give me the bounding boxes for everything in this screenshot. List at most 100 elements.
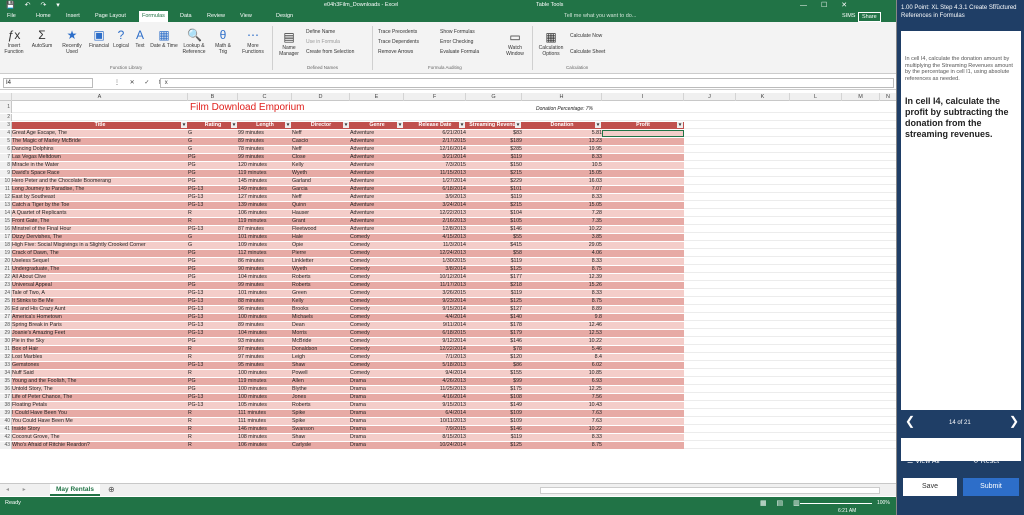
table-cell[interactable]: Adventure xyxy=(350,178,404,185)
table-row[interactable]: 5 The Magic of Marley McBride G 89 minutes C… xyxy=(0,138,896,145)
table-cell[interactable]: 7.56 xyxy=(522,394,602,401)
table-cell[interactable]: Adventure xyxy=(350,138,404,145)
table-cell[interactable]: $119 xyxy=(466,154,522,161)
table-cell[interactable]: $108 xyxy=(466,394,522,401)
table-cell[interactable]: 93 minutes xyxy=(238,338,292,345)
table-cell[interactable]: $285 xyxy=(466,146,522,153)
calculation-options-button[interactable]: ▦ Calculation Options xyxy=(536,30,566,57)
sheet-title[interactable]: Film Download Emporium xyxy=(190,102,304,114)
table-cell[interactable]: 12/16/2014 xyxy=(404,146,466,153)
calculate-now-button[interactable]: Calculate Now xyxy=(570,33,602,39)
table-cell[interactable]: The Magic of Marley McBride xyxy=(12,138,188,145)
remove-arrows-button[interactable]: Remove Arrows xyxy=(378,49,413,55)
table-cell[interactable]: Drama xyxy=(350,394,404,401)
table-cell[interactable]: G xyxy=(188,138,238,145)
table-cell[interactable]: Morris xyxy=(292,330,350,337)
table-cell[interactable]: 3/24/2014 xyxy=(404,202,466,209)
use-in-formula-button[interactable]: Use in Formula xyxy=(306,39,340,45)
table-cell[interactable] xyxy=(602,218,684,225)
lookup-button[interactable]: 🔍 Lookup & Reference xyxy=(178,28,210,55)
table-cell[interactable]: Shaw xyxy=(292,362,350,369)
table-cell[interactable]: 96 minutes xyxy=(238,306,292,313)
table-cell[interactable]: PG xyxy=(188,274,238,281)
table-cell[interactable] xyxy=(602,226,684,233)
trace-precedents-button[interactable]: Trace Precedents xyxy=(378,29,417,35)
table-cell[interactable]: Life of Peter Chance, The xyxy=(12,394,188,401)
quick-access-toolbar[interactable]: 💾 ↶ ↷ ▾ xyxy=(6,1,64,9)
table-cell[interactable] xyxy=(602,266,684,273)
table-cell[interactable] xyxy=(602,202,684,209)
column-header[interactable]: H xyxy=(522,93,602,101)
column-header[interactable]: G xyxy=(466,93,522,101)
table-cell[interactable]: 119 minutes xyxy=(238,378,292,385)
table-cell[interactable]: Hauser xyxy=(292,210,350,217)
row-number[interactable]: 23 xyxy=(0,282,12,289)
table-cell[interactable]: $55 xyxy=(466,234,522,241)
table-cell[interactable]: 8.33 xyxy=(522,290,602,297)
row-number[interactable]: 21 xyxy=(0,266,12,273)
table-cell[interactable]: Adventure xyxy=(350,154,404,161)
table-cell[interactable]: Long Journey to Paradise, The xyxy=(12,186,188,193)
table-cell[interactable]: Dean xyxy=(292,322,350,329)
row-number[interactable]: 11 xyxy=(0,186,12,193)
table-cell[interactable]: Roberts xyxy=(292,274,350,281)
column-header[interactable]: E xyxy=(350,93,404,101)
table-row[interactable]: 43 Who's Afraid of Ritchie Reardon? R 106 m… xyxy=(0,442,896,449)
table-cell[interactable]: G xyxy=(188,130,238,137)
table-cell[interactable]: 13.23 xyxy=(522,138,602,145)
table-cell[interactable]: 12/24/2013 xyxy=(404,250,466,257)
row-number[interactable]: 22 xyxy=(0,274,12,281)
table-cell[interactable]: Comedy xyxy=(350,338,404,345)
table-cell[interactable]: 104 minutes xyxy=(238,330,292,337)
view-all-button[interactable]: ☰ View All xyxy=(907,457,940,465)
table-cell[interactable] xyxy=(602,170,684,177)
table-cell[interactable]: 8.75 xyxy=(522,298,602,305)
row-number[interactable]: 34 xyxy=(0,370,12,377)
table-cell[interactable]: Drama xyxy=(350,410,404,417)
table-cell[interactable]: 89 minutes xyxy=(238,138,292,145)
row-number[interactable]: 35 xyxy=(0,378,12,385)
table-cell[interactable]: Comedy xyxy=(350,250,404,257)
table-cell[interactable]: $229 xyxy=(466,178,522,185)
table-row[interactable]: 11 Long Journey to Paradise, The PG-13 149 … xyxy=(0,186,896,193)
table-row[interactable]: 13 Catch a Tiger by the Toe PG-13 139 minut… xyxy=(0,202,896,209)
table-cell[interactable]: R xyxy=(188,442,238,449)
table-cell[interactable]: 99 minutes xyxy=(238,154,292,161)
table-cell[interactable]: PG xyxy=(188,162,238,169)
table-row[interactable]: 23 Universal Appeal PG 99 minutes Roberts Com… xyxy=(0,282,896,289)
table-row[interactable]: 14 A Quartet of Replicants R 106 minutes Hau… xyxy=(0,210,896,217)
table-cell[interactable]: 9/23/2014 xyxy=(404,298,466,305)
table-cell[interactable]: 7.35 xyxy=(522,218,602,225)
table-cell[interactable]: 8.33 xyxy=(522,154,602,161)
table-cell[interactable]: 10.5 xyxy=(522,162,602,169)
table-cell[interactable]: R xyxy=(188,426,238,433)
restore-icon[interactable]: ☐ xyxy=(821,2,841,9)
table-cell[interactable]: 9/12/2014 xyxy=(404,338,466,345)
share-button[interactable]: Share xyxy=(858,12,881,22)
table-cell[interactable]: Green xyxy=(292,290,350,297)
table-cell[interactable]: America's Hometown xyxy=(12,314,188,321)
table-cell[interactable]: Grant xyxy=(292,218,350,225)
row-number[interactable]: 43 xyxy=(0,442,12,449)
table-cell[interactable]: 100 minutes xyxy=(238,370,292,377)
table-cell[interactable]: G xyxy=(188,146,238,153)
row-number[interactable]: 31 xyxy=(0,346,12,353)
table-cell[interactable]: Adventure xyxy=(350,170,404,177)
table-cell[interactable]: Opie xyxy=(292,242,350,249)
table-row[interactable]: 15 Front Gate, The R 119 minutes Grant Advent… xyxy=(0,218,896,225)
table-header-cell[interactable]: Director xyxy=(292,122,350,129)
table-cell[interactable]: R xyxy=(188,354,238,361)
table-cell[interactable]: PG-13 xyxy=(188,202,238,209)
table-cell[interactable]: Comedy xyxy=(350,258,404,265)
table-cell[interactable] xyxy=(602,282,684,289)
table-cell[interactable] xyxy=(602,242,684,249)
table-cell[interactable]: 101 minutes xyxy=(238,234,292,241)
table-cell[interactable]: $415 xyxy=(466,242,522,249)
table-cell[interactable]: Tale of Two, A xyxy=(12,290,188,297)
table-cell[interactable]: 11/25/2013 xyxy=(404,386,466,393)
table-row[interactable]: 40 You Could Have Been Me R 111 minutes Spik… xyxy=(0,418,896,425)
table-cell[interactable]: Gemstones xyxy=(12,362,188,369)
table-cell[interactable]: Leigh xyxy=(292,354,350,361)
table-cell[interactable]: PG xyxy=(188,282,238,289)
table-cell[interactable]: 10.85 xyxy=(522,370,602,377)
